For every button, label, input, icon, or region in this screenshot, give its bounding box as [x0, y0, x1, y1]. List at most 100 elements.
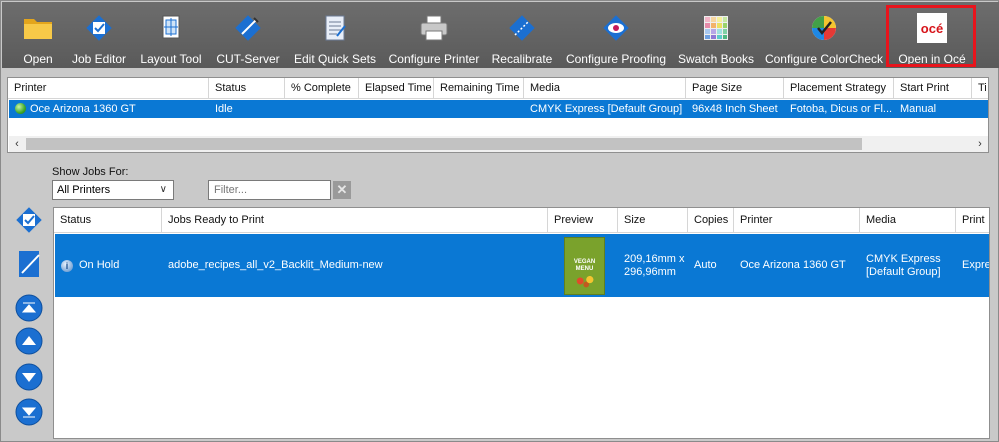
job-size-line2: 296,96mm [624, 265, 676, 278]
printer-filter-select[interactable]: All Printers ∨ [52, 180, 174, 200]
move-up-button[interactable] [14, 326, 44, 356]
highlight-box [886, 5, 976, 67]
jobs-table-header: Status Jobs Ready to Print Preview Size … [54, 208, 989, 233]
job-printer-cell: Oce Arizona 1360 GT [740, 259, 846, 271]
printer-page-size-cell: 96x48 Inch Sheet [692, 103, 778, 115]
job-editor-side-button[interactable] [14, 205, 44, 235]
col-printer[interactable]: Printer [8, 78, 209, 99]
col-start-print[interactable]: Start Print [894, 78, 972, 99]
quick-sets-icon [323, 10, 347, 46]
printer-icon [419, 10, 449, 46]
toolbar-job-editor-button[interactable]: Job Editor [68, 2, 130, 68]
col-copies[interactable]: Copies [688, 208, 734, 233]
job-media-line1: CMYK Express [866, 252, 941, 265]
job-print-cell: Expre [962, 259, 989, 271]
printer-name: Oce Arizona 1360 GT [30, 103, 136, 115]
col-job-name[interactable]: Jobs Ready to Print [162, 208, 548, 233]
toolbar-configure-proofing-label: Configure Proofing [565, 52, 667, 66]
move-to-top-button[interactable] [14, 293, 44, 323]
toolbar-swatch-books-label: Swatch Books [677, 52, 755, 66]
recalibrate-icon [508, 10, 536, 46]
preview-food-image [573, 273, 597, 288]
job-size-line1: 209,16mm x [624, 252, 685, 265]
job-name-cell: adobe_recipes_all_v2_Backlit_Medium-new [168, 259, 383, 271]
job-editor-side-icon [16, 207, 42, 233]
scrollbar-thumb[interactable] [26, 138, 862, 150]
scroll-right-icon[interactable]: › [972, 136, 988, 152]
toolbar-layout-tool-label: Layout Tool [140, 52, 202, 66]
col-job-printer[interactable]: Printer [734, 208, 860, 233]
printer-status-cell: Idle [215, 103, 233, 115]
printer-start-print-cell: Manual [900, 103, 937, 115]
job-filter-input[interactable] [208, 180, 331, 200]
printer-media-cell: CMYK Express [Default Group] [530, 103, 683, 115]
toolbar-recalibrate-button[interactable]: Recalibrate [490, 2, 554, 68]
job-media-cell: CMYK Express [Default Group] [860, 234, 956, 297]
job-preview-cell: VEGAN MENU [548, 234, 618, 297]
layout-tool-icon [158, 10, 184, 46]
printer-row[interactable]: Oce Arizona 1360 GT Idle CMYK Express [D… [9, 100, 988, 118]
job-size-cell: 209,16mm x 296,96mm [618, 234, 688, 297]
toolbar-configure-printer-label: Configure Printer [388, 52, 480, 66]
col-elapsed[interactable]: Elapsed Time [359, 78, 434, 99]
toolbar-cut-server-button[interactable]: CUT-Server [212, 2, 284, 68]
col-remaining[interactable]: Remaining Time [434, 78, 524, 99]
clear-filter-icon[interactable]: ✕ [333, 181, 351, 199]
move-to-bottom-button[interactable] [14, 397, 44, 427]
col-media[interactable]: Media [524, 78, 686, 99]
col-placement[interactable]: Placement Strategy [784, 78, 894, 99]
move-down-button[interactable] [14, 362, 44, 392]
move-top-icon [15, 294, 43, 322]
col-job-status[interactable]: Status [54, 208, 162, 233]
job-status-cell: i On Hold [55, 234, 162, 297]
job-copies-cell: Auto [694, 259, 717, 271]
col-page-size[interactable]: Page Size [686, 78, 784, 99]
move-up-icon [15, 327, 43, 355]
chevron-down-icon: ∨ [159, 184, 167, 195]
folder-icon [23, 10, 53, 46]
printer-horizontal-scrollbar[interactable]: ‹ › [9, 136, 988, 152]
toolbar-layout-tool-button[interactable]: Layout Tool [138, 2, 204, 68]
col-complete[interactable]: % Complete [285, 78, 359, 99]
job-preview-thumbnail: VEGAN MENU [564, 236, 605, 295]
toolbar-job-editor-label: Job Editor [71, 52, 127, 66]
online-status-icon [15, 103, 26, 114]
show-jobs-label: Show Jobs For: [52, 166, 129, 178]
printer-table-header: Printer Status % Complete Elapsed Time R… [8, 78, 988, 99]
job-row[interactable]: i On Hold adobe_recipes_all_v2_Backlit_Me… [55, 234, 989, 297]
toolbar-recalibrate-label: Recalibrate [491, 52, 553, 66]
info-icon: i [61, 259, 73, 272]
swatch-grid-icon [703, 10, 729, 46]
scroll-left-icon[interactable]: ‹ [9, 136, 25, 152]
printer-filter-value: All Printers [57, 184, 111, 196]
toolbar-configure-colorcheck-button[interactable]: Configure ColorCheck [765, 2, 883, 68]
toolbar-edit-quick-sets-label: Edit Quick Sets [293, 52, 377, 66]
toolbar-swatch-books-button[interactable]: Swatch Books [678, 2, 754, 68]
col-status[interactable]: Status [209, 78, 285, 99]
jobs-table[interactable]: Status Jobs Ready to Print Preview Size … [53, 207, 990, 439]
main-toolbar: Open Job Editor Layout Tool CUT-Server E [2, 2, 999, 68]
color-check-icon [810, 10, 838, 46]
col-print[interactable]: Print [956, 208, 989, 233]
toolbar-configure-printer-button[interactable]: Configure Printer [388, 2, 480, 68]
printer-placement-cell: Fotoba, Dicus or Fl... [790, 103, 893, 115]
edit-document-icon [19, 251, 40, 277]
toolbar-open-label: Open [23, 52, 53, 66]
toolbar-edit-quick-sets-button[interactable]: Edit Quick Sets [294, 2, 376, 68]
toolbar-configure-proofing-button[interactable]: Configure Proofing [566, 2, 666, 68]
job-editor-icon [86, 10, 112, 46]
col-job-media[interactable]: Media [860, 208, 956, 233]
move-down-icon [15, 363, 43, 391]
proofing-eye-icon [602, 10, 630, 46]
col-size[interactable]: Size [618, 208, 688, 233]
toolbar-open-button[interactable]: Open [12, 2, 64, 68]
printer-table[interactable]: Printer Status % Complete Elapsed Time R… [7, 77, 989, 153]
col-ti[interactable]: Ti [972, 78, 988, 99]
toolbar-cut-server-label: CUT-Server [216, 52, 280, 66]
move-bottom-icon [15, 398, 43, 426]
job-status-text: On Hold [79, 259, 120, 271]
cut-server-icon [234, 10, 262, 46]
col-preview[interactable]: Preview [548, 208, 618, 233]
edit-job-side-button[interactable] [14, 249, 44, 279]
printer-name-cell: Oce Arizona 1360 GT [9, 100, 209, 118]
